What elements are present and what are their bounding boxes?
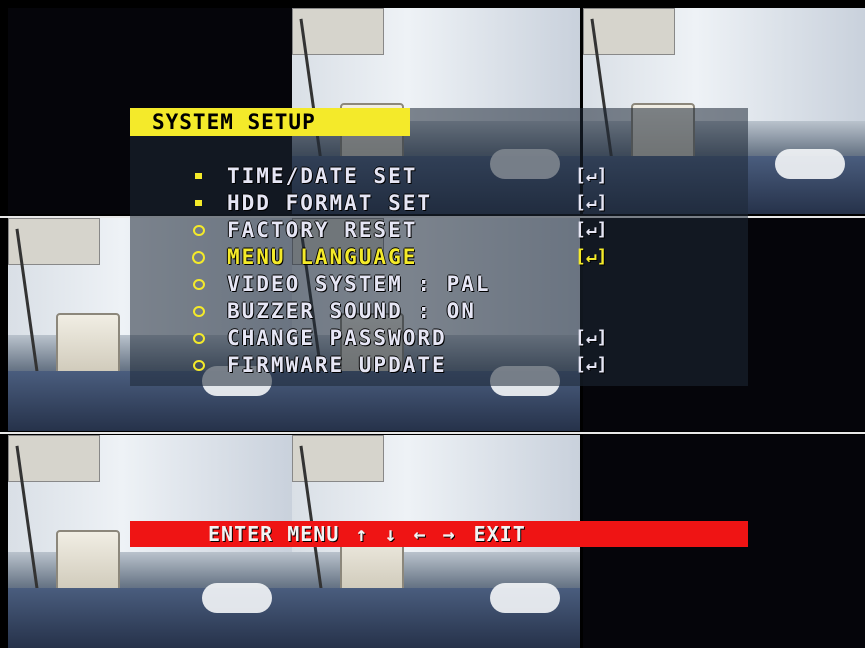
round-bullet-icon (185, 220, 209, 240)
square-bullet-icon (185, 166, 209, 186)
menu-button[interactable]: MENU (287, 522, 339, 546)
menu-item-time-date-set[interactable]: TIME/DATE SET [↵] (185, 162, 645, 189)
menu-item-label: FACTORY RESET (227, 217, 418, 242)
arrow-up-icon[interactable]: ↑ (355, 522, 368, 546)
grid-divider (0, 432, 865, 434)
enter-icon: [↵] (575, 192, 608, 213)
exit-button[interactable]: EXIT (474, 522, 526, 546)
square-bullet-icon (185, 193, 209, 213)
title-bar: SYSTEM SETUP (130, 108, 410, 136)
menu-item-label: BUZZER SOUND : ON (227, 298, 476, 323)
menu-item-label: VIDEO SYSTEM : PAL (227, 271, 491, 296)
arrow-right-icon[interactable]: → (443, 522, 456, 546)
enter-icon: [↵] (575, 246, 608, 267)
menu-item-factory-reset[interactable]: FACTORY RESET [↵] (185, 216, 645, 243)
enter-icon: [↵] (575, 327, 608, 348)
menu-item-video-system[interactable]: VIDEO SYSTEM : PAL (185, 270, 645, 297)
round-bullet-icon (185, 301, 209, 321)
enter-icon: [↵] (575, 219, 608, 240)
enter-icon: [↵] (575, 165, 608, 186)
menu-item-menu-language[interactable]: MENU LANGUAGE [↵] (185, 243, 645, 270)
menu-item-hdd-format-set[interactable]: HDD FORMAT SET [↵] (185, 189, 645, 216)
selected-ring-icon (185, 247, 209, 267)
menu-item-change-password[interactable]: CHANGE PASSWORD [↵] (185, 324, 645, 351)
page-title: SYSTEM SETUP (152, 110, 316, 134)
menu-item-firmware-update[interactable]: FIRMWARE UPDATE [↵] (185, 351, 645, 378)
menu-item-buzzer-sound[interactable]: BUZZER SOUND : ON (185, 297, 645, 324)
round-bullet-icon (185, 355, 209, 375)
arrow-left-icon[interactable]: ← (413, 522, 426, 546)
arrow-down-icon[interactable]: ↓ (384, 522, 397, 546)
menu-item-label: HDD FORMAT SET (227, 190, 433, 215)
system-setup-menu: TIME/DATE SET [↵] HDD FORMAT SET [↵] FAC… (185, 162, 645, 378)
navigation-hint-bar: ENTER MENU ↑ ↓ ← → EXIT (130, 521, 748, 547)
menu-item-label: MENU LANGUAGE (227, 244, 418, 269)
round-bullet-icon (185, 274, 209, 294)
menu-item-label: TIME/DATE SET (227, 163, 418, 188)
menu-item-label: CHANGE PASSWORD (227, 325, 447, 350)
enter-button[interactable]: ENTER (208, 522, 273, 546)
enter-icon: [↵] (575, 354, 608, 375)
round-bullet-icon (185, 328, 209, 348)
menu-item-label: FIRMWARE UPDATE (227, 352, 447, 377)
